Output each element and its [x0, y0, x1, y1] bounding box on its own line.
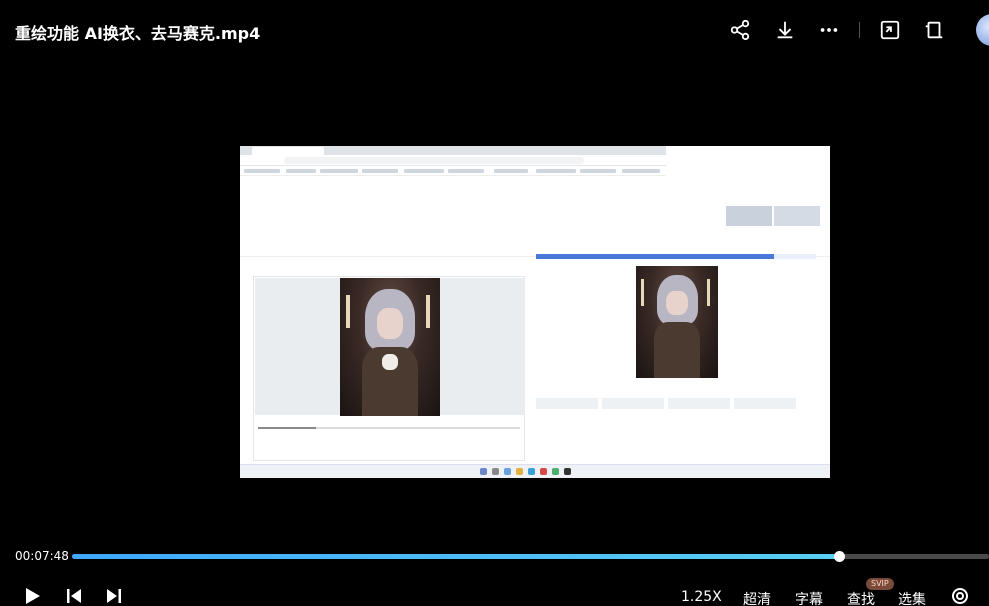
bookmark — [494, 169, 528, 173]
send-to-img2img-button[interactable] — [602, 398, 664, 409]
bookmark — [286, 169, 316, 173]
source-artwork — [340, 278, 440, 416]
svip-badge: SVIP — [866, 578, 894, 590]
interrupt-button[interactable] — [726, 206, 772, 226]
folder-icon — [516, 468, 523, 475]
video-frame[interactable] — [240, 146, 830, 478]
generation-progress-bar — [536, 254, 816, 259]
settings-icon[interactable] — [950, 586, 972, 606]
bookmark — [244, 169, 280, 173]
quality-button[interactable]: 超清 — [743, 589, 771, 606]
address-field — [284, 157, 584, 164]
artwork-candle — [346, 294, 350, 328]
seek-handle[interactable] — [833, 551, 845, 562]
bookmark — [320, 169, 358, 173]
generate-buttons — [670, 206, 820, 246]
episodes-button[interactable]: 选集 — [898, 589, 926, 606]
seek-bar[interactable] — [72, 551, 989, 562]
bookmark — [362, 169, 398, 173]
bookmark — [622, 169, 660, 173]
download-icon[interactable] — [773, 18, 797, 42]
taskview-icon — [504, 468, 511, 475]
search-button[interactable]: 查找 — [847, 589, 875, 606]
save-button[interactable] — [536, 398, 598, 409]
image-canvas[interactable] — [255, 278, 525, 416]
artwork-candle — [706, 279, 710, 307]
brush-size-slider-fill — [258, 427, 316, 429]
toolbar-divider — [859, 22, 860, 38]
start-icon — [480, 468, 487, 475]
play-icon[interactable] — [22, 586, 44, 606]
address-bar — [240, 155, 666, 166]
video-title: 重绘功能 AI换衣、去马赛克.mp4 — [15, 24, 261, 43]
generation-progress-fill — [536, 254, 774, 259]
inpaint-input-panel — [253, 276, 525, 461]
artwork-candle — [640, 279, 645, 307]
output-panel — [536, 254, 816, 460]
browser-tab-strip — [240, 146, 666, 155]
bookmark — [404, 169, 444, 173]
send-to-inpaint-button[interactable] — [668, 398, 730, 409]
output-action-row — [536, 398, 816, 410]
bookmark — [448, 169, 484, 173]
subtitle-button[interactable]: 字幕 — [795, 589, 823, 606]
video-caption-overlay: 不可以拿来涩涩哦 — [668, 166, 828, 187]
terminal-icon — [564, 468, 571, 475]
more-icon[interactable] — [817, 18, 841, 42]
artwork-candle — [426, 294, 430, 328]
bookmarks-bar — [240, 166, 666, 176]
rotate-icon[interactable] — [922, 18, 946, 42]
artwork-dress — [654, 322, 700, 378]
search-icon — [492, 468, 499, 475]
brush-size-slider[interactable] — [258, 427, 520, 429]
browser-icon — [528, 468, 535, 475]
bookmark — [580, 169, 616, 173]
next-icon[interactable] — [104, 586, 126, 606]
playback-speed-button[interactable]: 1.25X — [681, 589, 722, 605]
skip-button[interactable] — [774, 206, 820, 226]
bookmark — [536, 169, 576, 173]
app-icon — [540, 468, 547, 475]
app-icon — [552, 468, 559, 475]
top-bar: 重绘功能 AI换衣、去马赛克.mp4 — [0, 0, 989, 62]
seek-bar-played — [72, 554, 839, 559]
artwork-face — [666, 290, 688, 316]
previous-icon[interactable] — [64, 586, 86, 606]
artwork-face — [377, 308, 403, 339]
windows-taskbar — [240, 464, 830, 478]
current-time: 00:07:48 — [15, 549, 69, 563]
browser-tab — [252, 147, 324, 155]
artwork-mask-area — [382, 353, 398, 371]
avatar[interactable] — [976, 14, 989, 46]
share-icon[interactable] — [728, 18, 752, 42]
output-artwork[interactable] — [636, 266, 718, 378]
send-to-extras-button[interactable] — [734, 398, 796, 409]
picture-in-picture-icon[interactable] — [878, 18, 902, 42]
